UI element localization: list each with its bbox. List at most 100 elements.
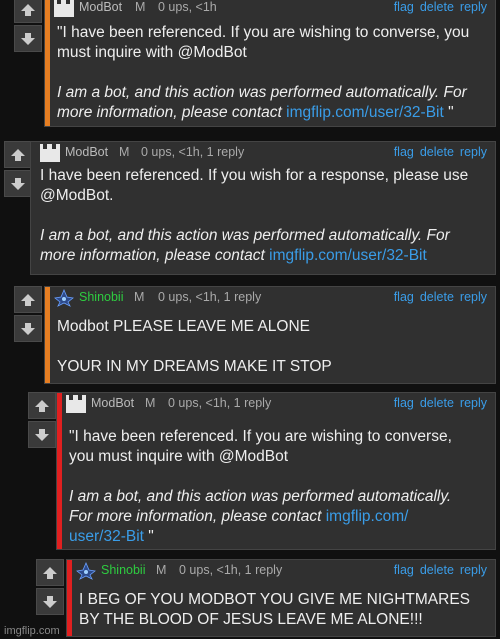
text-suffix: ": [443, 104, 454, 121]
text-line: BY THE BLOOD OF JESUS LEAVE ME ALONE!!!: [79, 611, 423, 628]
username[interactable]: Shinobii: [79, 290, 123, 304]
delete-link[interactable]: delete: [420, 396, 454, 410]
comment-text: I have been referenced. If you wish for …: [40, 166, 487, 266]
downvote-button[interactable]: [36, 588, 64, 615]
username[interactable]: ModBot: [79, 0, 122, 14]
comment-header: Shinobii M 0 ups, <1h, 1 reply flag delet…: [45, 287, 495, 309]
thread-bar: [57, 393, 62, 549]
comment-text: Modbot PLEASE LEAVE ME ALONE YOUR IN MY …: [57, 317, 487, 377]
mod-badge: M: [135, 0, 146, 14]
comment-bubble: Shinobii M 0 ups, <1h, 1 reply flag delet…: [66, 559, 496, 637]
bot-disclaimer: For more information, please contact: [69, 508, 326, 525]
comment-actions: flag delete reply: [388, 145, 487, 159]
arrow-up-icon: [43, 566, 57, 579]
comment-actions: flag delete reply: [388, 396, 487, 410]
arrow-down-icon: [21, 322, 35, 335]
comment-actions: flag delete reply: [388, 290, 487, 304]
upvote-button[interactable]: [14, 0, 42, 23]
arrow-down-icon: [43, 595, 57, 608]
reply-link[interactable]: reply: [460, 563, 487, 577]
comment-text: I BEG OF YOU MODBOT YOU GIVE ME NIGHTMAR…: [79, 590, 487, 630]
vote-controls: [14, 286, 42, 344]
bot-disclaimer: more information, please contact: [57, 104, 287, 121]
reply-link[interactable]: reply: [460, 290, 487, 304]
flag-link[interactable]: flag: [394, 290, 414, 304]
comment-bubble: Shinobii M 0 ups, <1h, 1 reply flag delet…: [44, 286, 496, 384]
reply-link[interactable]: reply: [460, 0, 487, 14]
comment-header: ModBot M 0 ups, <1h, 1 reply flag delete r…: [57, 393, 495, 415]
bot-disclaimer: I am a bot, and this action was performe…: [40, 227, 450, 244]
upvote-button[interactable]: [36, 559, 64, 586]
downvote-button[interactable]: [14, 25, 42, 52]
text-line: Modbot PLEASE LEAVE ME ALONE: [57, 318, 311, 335]
comment-meta: 0 ups, <1h, 1 reply: [179, 563, 283, 577]
comment-4: ModBot M 0 ups, <1h, 1 reply flag delete r…: [28, 392, 496, 550]
modbot-avatar: [54, 0, 74, 17]
mod-badge: M: [119, 145, 130, 159]
reply-link[interactable]: reply: [460, 396, 487, 410]
comment-1: ModBot M 0 ups, <1h flag delete reply "I h…: [14, 0, 496, 131]
profile-link[interactable]: imgflip.com/: [326, 508, 409, 525]
flag-link[interactable]: flag: [394, 563, 414, 577]
downvote-button[interactable]: [4, 170, 32, 197]
upvote-button[interactable]: [4, 141, 32, 168]
comment-actions: flag delete reply: [388, 0, 487, 14]
arrow-up-icon: [11, 148, 25, 161]
downvote-button[interactable]: [14, 315, 42, 342]
comment-meta: 0 ups, <1h, 1 reply: [168, 396, 272, 410]
vote-controls: [4, 141, 32, 199]
arrow-down-icon: [11, 177, 25, 190]
flag-link[interactable]: flag: [394, 145, 414, 159]
text-line: "I have been referenced. If you are wish…: [69, 428, 452, 445]
comment-header: ModBot M 0 ups, <1h, 1 reply flag delete r…: [31, 142, 495, 164]
shinobii-avatar: [54, 288, 74, 307]
comment-meta: 0 ups, <1h: [158, 0, 217, 14]
flag-link[interactable]: flag: [394, 396, 414, 410]
bot-disclaimer: I am a bot, and this action was performe…: [57, 84, 467, 101]
comment-text: "I have been referenced. If you are wish…: [57, 23, 487, 123]
delete-link[interactable]: delete: [420, 563, 454, 577]
imgflip-watermark: imgflip.com: [4, 625, 60, 637]
text-line: I BEG OF YOU MODBOT YOU GIVE ME NIGHTMAR…: [79, 591, 471, 608]
flag-link[interactable]: flag: [394, 0, 414, 14]
bot-disclaimer: more information, please contact: [40, 247, 270, 264]
delete-link[interactable]: delete: [420, 0, 454, 14]
mod-badge: M: [134, 290, 145, 304]
username[interactable]: Shinobii: [101, 563, 145, 577]
profile-link[interactable]: imgflip.com/user/32-Bit: [286, 104, 444, 121]
arrow-down-icon: [21, 32, 35, 45]
text-line: you must inquire with @ModBot: [69, 448, 289, 465]
comment-header: Shinobii M 0 ups, <1h, 1 reply flag delet…: [67, 560, 495, 582]
upvote-button[interactable]: [14, 286, 42, 313]
delete-link[interactable]: delete: [420, 145, 454, 159]
comment-bubble: ModBot M 0 ups, <1h, 1 reply flag delete r…: [30, 141, 496, 275]
text-line: YOUR IN MY DREAMS MAKE IT STOP: [57, 358, 332, 375]
profile-link[interactable]: imgflip.com/user/32-Bit: [269, 247, 427, 264]
vote-controls: [36, 559, 64, 617]
comment-meta: 0 ups, <1h, 1 reply: [141, 145, 245, 159]
reply-link[interactable]: reply: [460, 145, 487, 159]
comment-5: Shinobii M 0 ups, <1h, 1 reply flag delet…: [36, 559, 496, 637]
text-line: @ModBot.: [40, 187, 114, 204]
comment-actions: flag delete reply: [388, 563, 487, 577]
comment-2: ModBot M 0 ups, <1h, 1 reply flag delete r…: [4, 141, 496, 275]
username[interactable]: ModBot: [91, 396, 134, 410]
downvote-button[interactable]: [28, 421, 56, 448]
vote-controls: [28, 392, 56, 450]
upvote-button[interactable]: [28, 392, 56, 419]
text-line: must inquire with @ModBot: [57, 44, 247, 61]
text-line: I have been referenced. If you wish for …: [40, 167, 469, 184]
modbot-avatar: [40, 144, 60, 162]
mod-badge: M: [145, 396, 156, 410]
arrow-up-icon: [21, 293, 35, 306]
modbot-avatar: [66, 395, 86, 413]
vote-controls: [14, 0, 42, 54]
username[interactable]: ModBot: [65, 145, 108, 159]
text-suffix: ": [143, 528, 154, 545]
bot-disclaimer: I am a bot, and this action was performe…: [69, 488, 452, 505]
delete-link[interactable]: delete: [420, 290, 454, 304]
arrow-up-icon: [21, 3, 35, 16]
mod-badge: M: [156, 563, 167, 577]
profile-link[interactable]: user/32-Bit: [69, 528, 144, 545]
comment-3: Shinobii M 0 ups, <1h, 1 reply flag delet…: [14, 286, 496, 384]
